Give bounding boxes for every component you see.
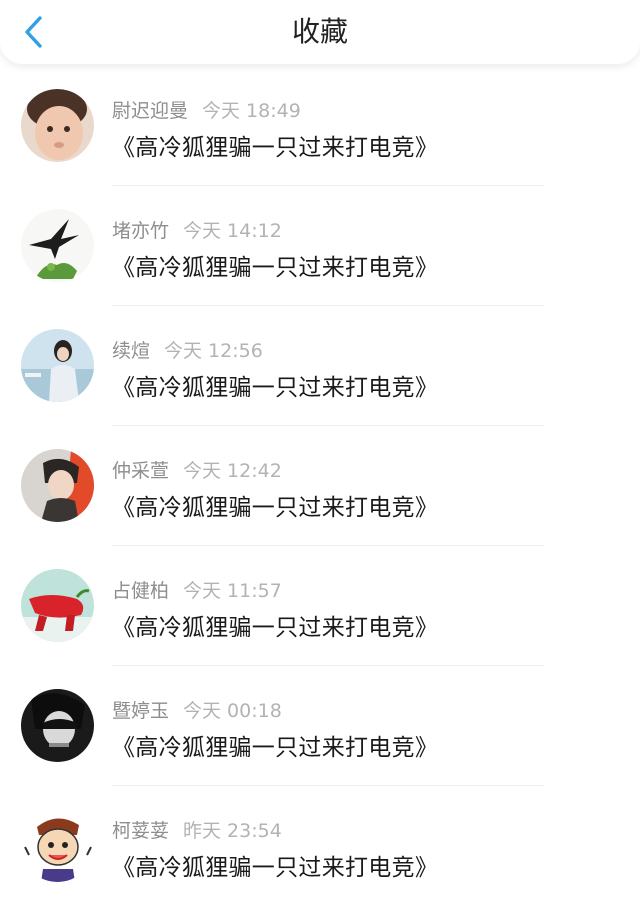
page-title: 收藏	[291, 15, 348, 48]
favorite-title: 《高冷狐狸骗一只过来打电竞》	[112, 615, 439, 641]
favorite-title: 《高冷狐狸骗一只过来打电竞》	[112, 375, 439, 401]
swallow-bird-avatar	[21, 209, 94, 282]
avatar[interactable]	[21, 809, 94, 882]
list-item[interactable]: 仲采萱 今天 12:42 《高冷狐狸骗一只过来打电竞》	[0, 426, 640, 546]
user-name: 续煊	[112, 340, 151, 362]
user-name: 占健柏	[112, 580, 170, 602]
favorites-list: 尉迟迎曼 今天 18:49 《高冷狐狸骗一只过来打电竞》 堵亦竹 今天 14:12 …	[0, 66, 640, 906]
favorite-title: 《高冷狐狸骗一只过来打电竞》	[112, 735, 439, 761]
item-meta: 续煊 今天 12:56	[112, 336, 263, 362]
favorite-title: 《高冷狐狸骗一只过来打电竞》	[112, 135, 439, 161]
list-item[interactable]: 暨婷玉 今天 00:18 《高冷狐狸骗一只过来打电竞》	[0, 666, 640, 786]
list-item[interactable]: 尉迟迎曼 今天 18:49 《高冷狐狸骗一只过来打电竞》	[0, 66, 640, 186]
list-item[interactable]: 占健柏 今天 11:57 《高冷狐狸骗一只过来打电竞》	[0, 546, 640, 666]
item-meta: 仲采萱 今天 12:42	[112, 456, 282, 482]
user-name: 仲采萱	[112, 460, 170, 482]
favorite-title: 《高冷狐狸骗一只过来打电竞》	[112, 855, 439, 881]
red-pepper-avatar	[21, 569, 94, 642]
list-item[interactable]: 堵亦竹 今天 14:12 《高冷狐狸骗一只过来打电竞》	[0, 186, 640, 306]
timestamp: 今天 12:42	[183, 460, 282, 482]
chevron-left-icon	[25, 16, 42, 48]
favorite-title: 《高冷狐狸骗一只过来打电竞》	[112, 495, 439, 521]
user-name: 尉迟迎曼	[112, 100, 189, 122]
item-meta: 占健柏 今天 11:57	[112, 576, 282, 602]
favorite-title: 《高冷狐狸骗一只过来打电竞》	[112, 255, 439, 281]
item-meta: 暨婷玉 今天 00:18	[112, 696, 282, 722]
baby-photo-avatar	[21, 89, 94, 162]
timestamp: 今天 14:12	[183, 220, 282, 242]
item-meta: 柯荽荽 昨天 23:54	[112, 816, 282, 842]
item-meta: 堵亦竹 今天 14:12	[112, 216, 282, 242]
cartoon-face-avatar	[21, 809, 94, 882]
top-nav-bar: 收藏	[0, 0, 640, 64]
timestamp: 今天 11:57	[183, 580, 282, 602]
avatar[interactable]	[21, 449, 94, 522]
avatar[interactable]	[21, 569, 94, 642]
avatar[interactable]	[21, 329, 94, 402]
user-name: 堵亦竹	[112, 220, 170, 242]
back-button[interactable]	[14, 10, 54, 54]
timestamp: 今天 18:49	[202, 100, 301, 122]
girl-seaside-avatar	[21, 329, 94, 402]
timestamp: 今天 12:56	[164, 340, 263, 362]
avatar[interactable]	[21, 689, 94, 762]
timestamp: 昨天 23:54	[183, 820, 282, 842]
item-meta: 尉迟迎曼 今天 18:49	[112, 96, 301, 122]
timestamp: 今天 00:18	[183, 700, 282, 722]
avatar[interactable]	[21, 89, 94, 162]
avatar[interactable]	[21, 209, 94, 282]
boy-portrait-avatar	[21, 449, 94, 522]
list-item[interactable]: 续煊 今天 12:56 《高冷狐狸骗一只过来打电竞》	[0, 306, 640, 426]
user-name: 柯荽荽	[112, 820, 170, 842]
dark-portrait-avatar	[21, 689, 94, 762]
list-item[interactable]: 柯荽荽 昨天 23:54 《高冷狐狸骗一只过来打电竞》	[0, 786, 640, 906]
user-name: 暨婷玉	[112, 700, 170, 722]
